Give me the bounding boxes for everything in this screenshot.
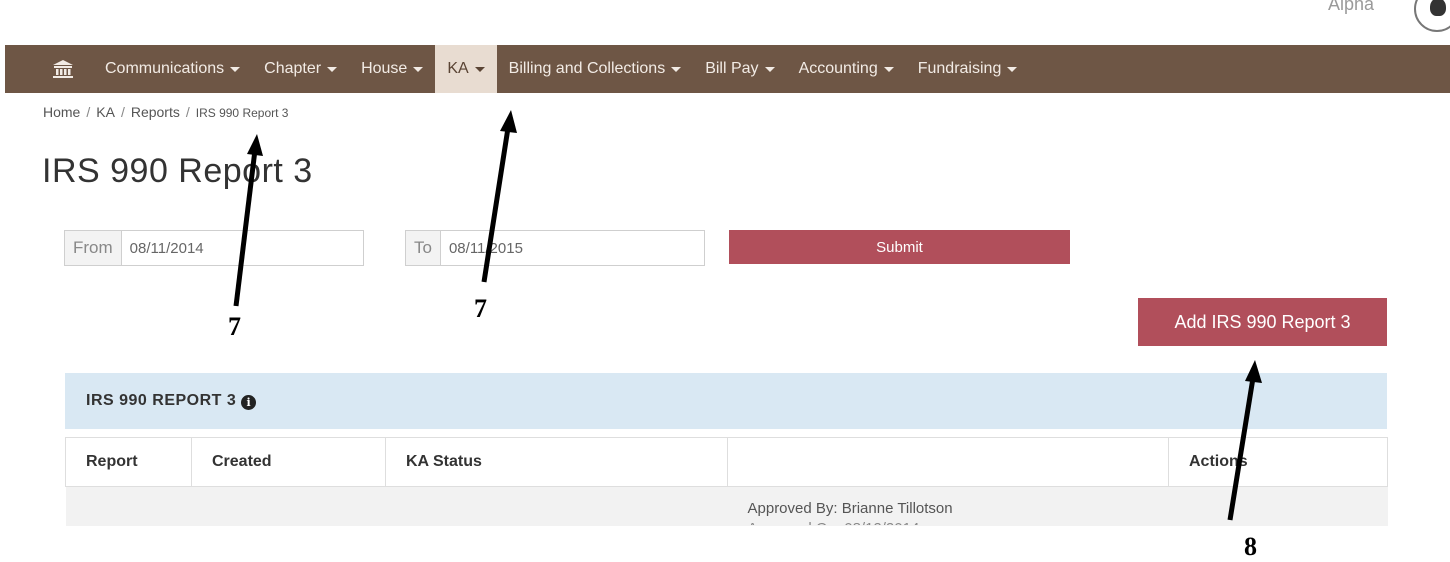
breadcrumb-reports[interactable]: Reports <box>131 104 180 120</box>
column-header-report: Report <box>65 437 192 487</box>
column-header-ka-status: KA Status <box>385 437 728 487</box>
nav-ka[interactable]: KA <box>435 45 497 93</box>
user-avatar[interactable] <box>1414 0 1450 32</box>
chevron-down-icon <box>474 66 485 72</box>
nav-label: Billing and Collections <box>508 60 666 77</box>
breadcrumb-separator: / <box>185 104 190 120</box>
approval-info: Approved By: Brianne Tillotson Approved … <box>728 487 1169 525</box>
cell-actions <box>1168 486 1388 527</box>
add-irs-990-report-button[interactable]: Add IRS 990 Report 3 <box>1138 298 1387 346</box>
breadcrumb: Home / KA / Reports / IRS 990 Report 3 <box>43 104 288 120</box>
nav-bill-pay[interactable]: Bill Pay <box>693 45 786 93</box>
chevron-down-icon <box>230 66 241 72</box>
from-date-group: From <box>64 230 364 266</box>
cell-created <box>191 486 386 527</box>
column-header-created: Created <box>191 437 386 487</box>
annotation-label: 7 <box>474 294 487 323</box>
to-date-group: To <box>405 230 705 266</box>
breadcrumb-ka[interactable]: KA <box>96 104 115 120</box>
nav-house[interactable]: House <box>349 45 435 93</box>
cell-report <box>65 486 192 527</box>
column-header-actions: Actions <box>1168 437 1388 487</box>
nav-label: Communications <box>105 60 225 77</box>
nav-billing-and-collections[interactable]: Billing and Collections <box>497 45 694 93</box>
chevron-down-icon <box>1007 66 1018 72</box>
page-title: IRS 990 Report 3 <box>42 152 313 190</box>
table-header-row: Report Created KA Status Actions <box>65 437 1388 487</box>
info-icon[interactable]: i <box>241 395 257 410</box>
nav-label: Chapter <box>264 60 322 77</box>
home-icon[interactable] <box>43 45 83 93</box>
nav-chapter[interactable]: Chapter <box>252 45 349 93</box>
nav-fundraising[interactable]: Fundraising <box>906 45 1030 93</box>
nav-accounting[interactable]: Accounting <box>787 45 906 93</box>
chevron-down-icon <box>413 66 424 72</box>
annotation-arrowhead <box>500 110 517 133</box>
column-header-approval <box>727 437 1169 487</box>
to-date-input[interactable] <box>440 231 687 265</box>
user-name[interactable]: Alpha <box>1328 0 1374 15</box>
nav-label: Bill Pay <box>705 60 759 77</box>
chevron-down-icon <box>671 66 682 72</box>
breadcrumb-current: IRS 990 Report 3 <box>195 106 289 120</box>
breadcrumb-home[interactable]: Home <box>43 104 80 120</box>
cell-ka-status <box>385 486 728 527</box>
table-row: Approved By: Brianne Tillotson Approved … <box>65 486 1388 527</box>
cell-approval: Approved By: Brianne Tillotson Approved … <box>727 486 1169 527</box>
nav-label: KA <box>447 60 469 77</box>
panel-heading: IRS 990 REPORT 3 i <box>65 373 1387 429</box>
breadcrumb-separator: / <box>120 104 125 120</box>
to-label: To <box>406 231 441 265</box>
approved-by: Approved By: Brianne Tillotson <box>747 500 953 517</box>
panel-title-text: IRS 990 REPORT 3 <box>86 392 237 409</box>
from-label: From <box>65 231 122 265</box>
submit-button[interactable]: Submit <box>729 230 1070 264</box>
chevron-down-icon <box>764 66 775 72</box>
main-navbar: Communications Chapter House KA Billing … <box>5 45 1450 93</box>
approved-on: Approved On: 08/12/2014 <box>748 519 1169 525</box>
nav-label: House <box>361 60 408 77</box>
annotation-label: 8 <box>1244 532 1257 561</box>
nav-label: Fundraising <box>917 60 1002 77</box>
nav-label: Accounting <box>798 60 878 77</box>
chevron-down-icon <box>327 66 338 72</box>
panel-title: IRS 990 REPORT 3 i <box>86 392 257 410</box>
breadcrumb-separator: / <box>86 104 91 120</box>
chevron-down-icon <box>883 66 894 72</box>
nav-communications[interactable]: Communications <box>93 45 252 93</box>
reports-table: Report Created KA Status Actions Approve… <box>65 437 1388 527</box>
annotation-label: 7 <box>228 312 241 341</box>
from-date-input[interactable] <box>121 231 348 265</box>
page-cutoff <box>0 526 1450 561</box>
